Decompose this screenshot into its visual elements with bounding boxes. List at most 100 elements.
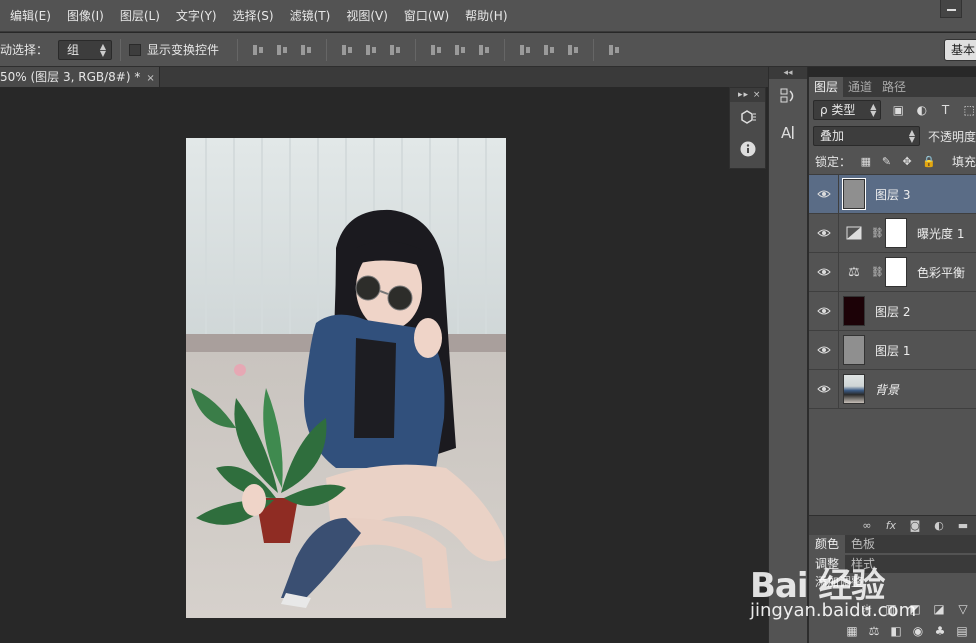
link-icon[interactable]: ∞ [859, 519, 875, 532]
brightness-icon[interactable]: ☀ [859, 601, 875, 617]
exposure-adjustment-icon [843, 218, 865, 248]
align-right-icon[interactable] [388, 43, 402, 57]
tab-swatches[interactable]: 色板 [845, 535, 881, 553]
menu-edit[interactable]: 编辑(E) [0, 0, 59, 32]
close-tab-icon[interactable]: × [146, 73, 154, 84]
filter-type-icon[interactable]: T [939, 103, 953, 117]
info-panel-button[interactable] [730, 134, 765, 164]
menu-select[interactable]: 选择(S) [225, 0, 282, 32]
layer-name: 图层 2 [875, 304, 911, 319]
document-image[interactable] [186, 138, 506, 618]
tab-channels[interactable]: 通道 [843, 77, 877, 97]
filter-shape-icon[interactable]: ⬚ [962, 103, 976, 117]
exposure-icon[interactable]: ◪ [931, 601, 947, 617]
align-hcenter-icon[interactable] [364, 43, 378, 57]
layer-mask-thumbnail[interactable] [885, 218, 907, 248]
lock-transparent-icon[interactable]: ▦ [860, 155, 872, 168]
layer-mask-thumbnail[interactable] [885, 257, 907, 287]
align-bottom-icon[interactable] [299, 43, 313, 57]
menu-help[interactable]: 帮助(H) [457, 0, 515, 32]
mask-icon[interactable]: ◙ [907, 519, 923, 532]
fill-label: 填充 [951, 155, 976, 169]
folder-icon[interactable]: ▬ [955, 519, 971, 532]
visibility-eye-icon[interactable] [809, 369, 839, 409]
character-icon[interactable]: A [773, 121, 803, 151]
layer-filter-dropdown[interactable]: ρ 类型 ▲ ▼ [813, 100, 882, 120]
align-left-icon[interactable] [340, 43, 354, 57]
distribute-left-icon[interactable] [518, 43, 532, 57]
auto-select-dropdown[interactable]: 组 ▲ ▼ [58, 39, 113, 60]
collapse-panels-button[interactable]: ◂◂ [769, 67, 807, 79]
distribute-vcenter-icon[interactable] [453, 43, 467, 57]
menu-filter[interactable]: 滤镜(T) [282, 0, 339, 32]
svg-text:A: A [781, 124, 792, 141]
options-bar: 自动选择： 组 ▲▼ 显示变换控件 基本 [0, 33, 976, 67]
layer-row-layer3[interactable]: 图层 3 [809, 174, 976, 214]
color-balance-icon[interactable]: ⚖ [867, 623, 881, 639]
filter-adjust-icon[interactable]: ◐ [915, 103, 929, 117]
photo-filter-icon[interactable]: ◉ [911, 623, 925, 639]
layer-row-color-balance[interactable]: ⚖ ⛓ 色彩平衡 [809, 252, 976, 292]
distribute-hcenter-icon[interactable] [542, 43, 556, 57]
visibility-eye-icon[interactable] [809, 330, 839, 370]
hue-saturation-icon[interactable]: ▦ [845, 623, 859, 639]
visibility-eye-icon[interactable] [809, 291, 839, 331]
lock-paint-icon[interactable]: ✎ [881, 155, 893, 168]
auto-align-icon[interactable] [607, 43, 621, 57]
tab-styles[interactable]: 样式 [845, 555, 881, 573]
filter-pixel-icon[interactable]: ▣ [891, 103, 905, 117]
dock-header[interactable]: ▸▸ × [730, 88, 765, 102]
cube-panel-button[interactable] [730, 102, 765, 134]
layer-row-background[interactable]: 背景 [809, 369, 976, 409]
layer-row-layer2[interactable]: 图层 2 [809, 291, 976, 331]
visibility-eye-icon[interactable] [809, 252, 839, 292]
adjust-icon[interactable]: ◐ [931, 519, 947, 532]
fx-icon[interactable]: fx [883, 519, 899, 532]
mask-link-icon[interactable]: ⛓ [871, 228, 884, 239]
visibility-eye-icon[interactable] [809, 174, 839, 214]
align-vcenter-icon[interactable] [275, 43, 289, 57]
lock-position-icon[interactable]: ✥ [901, 155, 913, 168]
layer-row-layer1[interactable]: 图层 1 [809, 330, 976, 370]
layer-thumbnail [842, 178, 866, 210]
lock-all-icon[interactable]: 🔒 [922, 155, 936, 168]
align-top-icon[interactable] [251, 43, 265, 57]
layer-name: 背景 [875, 382, 900, 397]
distribute-top-icon[interactable] [429, 43, 443, 57]
levels-icon[interactable]: ▥ [883, 601, 899, 617]
distribute-bottom-icon[interactable] [477, 43, 491, 57]
blend-mode-dropdown[interactable]: 叠加 ▲ ▼ [813, 126, 920, 146]
vibrance-icon[interactable]: ▽ [955, 601, 971, 617]
tab-color[interactable]: 颜色 [809, 535, 846, 553]
show-transform-checkbox[interactable] [129, 43, 142, 56]
menu-view[interactable]: 视图(V) [338, 0, 396, 32]
tab-paths[interactable]: 路径 [877, 77, 911, 97]
collapsed-dock: ▸▸ × [728, 87, 768, 643]
curves-icon[interactable]: ◩ [907, 601, 923, 617]
separator [415, 38, 417, 61]
history-icon[interactable] [773, 85, 803, 115]
distribute-right-icon[interactable] [566, 43, 580, 57]
visibility-eye-icon[interactable] [809, 213, 839, 253]
tab-adjustments[interactable]: 调整 [809, 555, 846, 573]
auto-select-value: 组 [67, 42, 80, 57]
opacity-label: 不透明度 [927, 129, 976, 144]
canvas-area[interactable] [0, 87, 728, 643]
auto-select-label: 自动选择： [0, 43, 49, 57]
workspace-button[interactable]: 基本 [944, 39, 976, 61]
menu-image[interactable]: 图像(I) [59, 0, 112, 32]
lower-panels: 颜色 色板 调整 样式 添加调整 ☀ ▥ ◩ ◪ ▽ ▦ ⚖ ◧ ◉ ♣ ▤ [808, 535, 976, 643]
tab-layers[interactable]: 图层 [809, 77, 844, 97]
layers-panel: 图层 通道 路径 ρ 类型 ▲ ▼ ▣ ◐ T ⬚ 叠加 ▲ ▼ 不透明度 锁定： … [808, 77, 976, 535]
color-lookup-icon[interactable]: ▤ [955, 623, 969, 639]
menu-window[interactable]: 窗口(W) [396, 0, 457, 32]
black-white-icon[interactable]: ◧ [889, 623, 903, 639]
channel-mixer-icon[interactable]: ♣ [933, 623, 947, 639]
3d-cube-icon [740, 110, 756, 124]
mask-link-icon[interactable]: ⛓ [871, 267, 884, 278]
menu-type[interactable]: 文字(Y) [168, 0, 225, 32]
layer-row-exposure[interactable]: ⛓ 曝光度 1 [809, 213, 976, 253]
minimize-button[interactable] [940, 0, 962, 18]
menu-layer[interactable]: 图层(L) [112, 0, 168, 32]
document-tab[interactable]: 50% (图层 3, RGB/8#) * × [0, 67, 160, 87]
